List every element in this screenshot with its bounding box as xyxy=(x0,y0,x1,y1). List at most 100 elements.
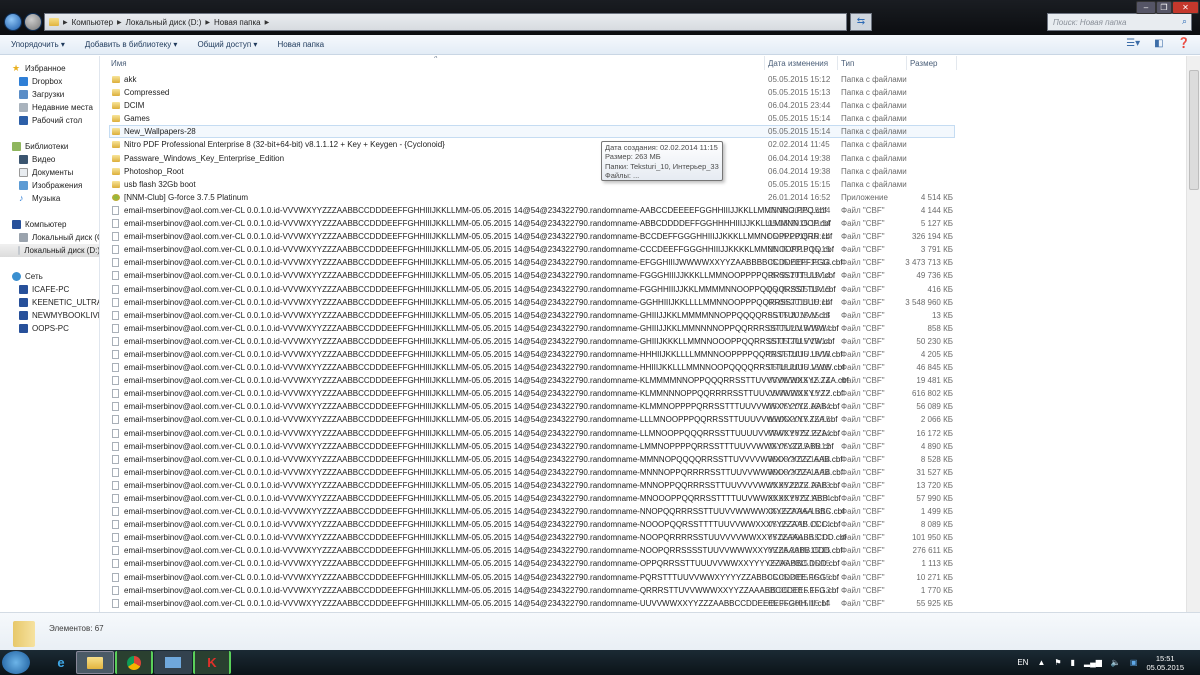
folder-row[interactable]: akk 05.05.2015 15:12 Папка с файлами xyxy=(101,73,1186,86)
new-folder-button[interactable]: Новая папка xyxy=(277,40,324,49)
breadcrumb-new-folder[interactable]: Новая папка xyxy=(214,18,261,27)
file-row[interactable]: email-mserbinov@aol.com.ver-CL 0.0.1.0.i… xyxy=(101,531,1186,544)
clock[interactable]: 15:51 05.05.2015 xyxy=(1146,654,1184,672)
file-row[interactable]: email-mserbinov@aol.com.ver-CL 0.0.1.0.i… xyxy=(101,505,1186,518)
file-row[interactable]: email-mserbinov@aol.com.ver-CL 0.0.1.0.i… xyxy=(101,557,1186,570)
sidebar-item-video[interactable]: Видео xyxy=(19,153,55,166)
remote-desktop-taskbar-icon[interactable] xyxy=(154,651,192,674)
folder-row[interactable]: New_Wallpapers-28 05.05.2015 15:14 Папка с… xyxy=(109,125,955,139)
chrome-taskbar-icon[interactable] xyxy=(115,651,153,674)
forward-button[interactable] xyxy=(24,13,42,31)
search-input[interactable]: Поиск: Новая папка ⌕ xyxy=(1047,13,1192,31)
breadcrumb-computer[interactable]: Компьютер xyxy=(72,18,113,27)
back-button[interactable] xyxy=(4,13,22,31)
column-type[interactable]: Тип xyxy=(841,59,854,68)
show-hidden-icons[interactable]: ▲ xyxy=(1037,658,1045,667)
volume-icon[interactable]: 🔈 xyxy=(1111,658,1121,667)
file-row[interactable]: email-mserbinov@aol.com.ver-CL 0.0.1.0.i… xyxy=(101,400,1186,413)
file-row[interactable]: email-mserbinov@aol.com.ver-CL 0.0.1.0.i… xyxy=(101,361,1186,374)
file-name: email-mserbinov@aol.com.ver-CL 0.0.1.0.i… xyxy=(124,400,839,413)
start-button[interactable] xyxy=(2,651,30,674)
file-row[interactable]: email-mserbinov@aol.com.ver-CL 0.0.1.0.i… xyxy=(101,387,1186,400)
sidebar-item-icafe[interactable]: ICAFE-PC xyxy=(19,283,69,296)
file-row[interactable]: email-mserbinov@aol.com.ver-CL 0.0.1.0.i… xyxy=(101,492,1186,505)
minimize-button[interactable]: – xyxy=(1136,1,1156,14)
file-row[interactable]: email-mserbinov@aol.com.ver-CL 0.0.1.0.i… xyxy=(101,479,1186,492)
sidebar-favorites[interactable]: ★ Избранное xyxy=(12,62,66,75)
preview-pane-icon[interactable]: ◧ xyxy=(1154,38,1163,49)
sidebar-item-newmybooklive[interactable]: NEWMYBOOKLIVE xyxy=(19,309,99,322)
power-icon[interactable]: ▮ xyxy=(1071,658,1075,667)
file-row[interactable]: email-mserbinov@aol.com.ver-CL 0.0.1.0.i… xyxy=(101,243,1186,256)
sidebar-item-keenetic[interactable]: KEENETIC_ULTRA xyxy=(19,296,99,309)
file-row[interactable]: email-mserbinov@aol.com.ver-CL 0.0.1.0.i… xyxy=(101,269,1186,282)
signal-icon[interactable]: ▂▄▆ xyxy=(1084,658,1102,667)
help-icon[interactable]: ❓ xyxy=(1178,38,1190,49)
sidebar-network[interactable]: Сеть xyxy=(12,270,43,283)
file-row[interactable]: email-mserbinov@aol.com.ver-CL 0.0.1.0.i… xyxy=(101,204,1186,217)
file-row[interactable]: email-mserbinov@aol.com.ver-CL 0.0.1.0.i… xyxy=(101,230,1186,243)
breadcrumb-disk-d[interactable]: Локальный диск (D:) xyxy=(126,18,202,27)
scrollbar-thumb[interactable] xyxy=(1189,70,1199,190)
file-name-prefix: email-mserbinov@aol.com.ver-CL 0.0.1.0.i… xyxy=(124,467,640,477)
add-to-library-button[interactable]: Добавить в библиотеку ▾ xyxy=(85,40,178,49)
folder-row[interactable]: DCIM 06.04.2015 23:44 Папка с файлами xyxy=(101,99,1186,112)
libraries-icon xyxy=(12,142,21,151)
file-row[interactable]: email-mserbinov@aol.com.ver-CL 0.0.1.0.i… xyxy=(101,571,1186,584)
column-name[interactable]: Имя xyxy=(111,59,127,68)
file-row[interactable]: email-mserbinov@aol.com.ver-CL 0.0.1.0.i… xyxy=(101,466,1186,479)
file-row[interactable]: email-mserbinov@aol.com.ver-CL 0.0.1.0.i… xyxy=(101,453,1186,466)
language-indicator[interactable]: EN xyxy=(1017,658,1028,667)
sidebar-item-oops[interactable]: OOPS-PC xyxy=(19,322,69,335)
file-type: Файл "CBF" xyxy=(841,533,885,543)
file-name: email-mserbinov@aol.com.ver-CL 0.0.1.0.i… xyxy=(124,479,840,492)
sidebar-computer[interactable]: Компьютер xyxy=(12,218,66,231)
sidebar-item-dropbox[interactable]: Dropbox xyxy=(19,75,62,88)
file-row[interactable]: email-mserbinov@aol.com.ver-CL 0.0.1.0.i… xyxy=(101,283,1186,296)
app-row[interactable]: [NNM-Club] G-force 3.7.5 Platinum 26.01.2… xyxy=(101,191,1186,204)
file-row[interactable]: email-mserbinov@aol.com.ver-CL 0.0.1.0.i… xyxy=(101,296,1186,309)
sidebar-item-downloads[interactable]: Загрузки xyxy=(19,88,64,101)
internet-explorer-icon[interactable]: e xyxy=(42,651,80,674)
sidebar-item-music[interactable]: ♪ Музыка xyxy=(19,192,60,205)
file-row[interactable]: email-mserbinov@aol.com.ver-CL 0.0.1.0.i… xyxy=(101,256,1186,269)
sidebar-item-pictures[interactable]: Изображения xyxy=(19,179,82,192)
sidebar-item-recent[interactable]: Недавние места xyxy=(19,101,93,114)
close-button[interactable]: ✕ xyxy=(1172,1,1199,14)
organize-button[interactable]: Упорядочить ▾ xyxy=(11,40,65,49)
file-row[interactable]: email-mserbinov@aol.com.ver-CL 0.0.1.0.i… xyxy=(101,413,1186,426)
file-row[interactable]: email-mserbinov@aol.com.ver-CL 0.0.1.0.i… xyxy=(101,309,1186,322)
address-bar[interactable]: ▶ Компьютер ▶ Локальный диск (D:) ▶ Нова… xyxy=(44,13,847,31)
folder-row[interactable]: Compressed 05.05.2015 15:13 Папка с файлам… xyxy=(101,86,1186,99)
action-center-flag-icon[interactable]: ⚑ xyxy=(1054,658,1061,667)
column-size[interactable]: Размер xyxy=(910,59,938,68)
file-row[interactable]: email-mserbinov@aol.com.ver-CL 0.0.1.0.i… xyxy=(101,544,1186,557)
folder-row[interactable]: Games 05.05.2015 15:14 Папка с файлами xyxy=(101,112,1186,125)
explorer-taskbar-icon[interactable] xyxy=(76,651,114,674)
maximize-button[interactable]: ❐ xyxy=(1156,1,1172,14)
file-row[interactable]: email-mserbinov@aol.com.ver-CL 0.0.1.0.i… xyxy=(101,374,1186,387)
file-row[interactable]: email-mserbinov@aol.com.ver-CL 0.0.1.0.i… xyxy=(101,217,1186,230)
refresh-button[interactable]: ⇆ xyxy=(850,13,872,31)
file-row[interactable]: email-mserbinov@aol.com.ver-CL 0.0.1.0.i… xyxy=(101,335,1186,348)
file-row[interactable]: email-mserbinov@aol.com.ver-CL 0.0.1.0.i… xyxy=(101,584,1186,597)
view-options-icon[interactable]: ☰▾ xyxy=(1126,38,1140,49)
file-row[interactable]: email-mserbinov@aol.com.ver-CL 0.0.1.0.i… xyxy=(101,440,1186,453)
file-row[interactable]: email-mserbinov@aol.com.ver-CL 0.0.1.0.i… xyxy=(101,518,1186,531)
sidebar-libraries[interactable]: Библиотеки xyxy=(12,140,68,153)
file-row[interactable]: email-mserbinov@aol.com.ver-CL 0.0.1.0.i… xyxy=(101,427,1186,440)
share-button[interactable]: Общий доступ ▾ xyxy=(197,40,257,49)
file-row[interactable]: email-mserbinov@aol.com.ver-CL 0.0.1.0.i… xyxy=(101,348,1186,361)
network-tray-icon[interactable]: ▣ xyxy=(1130,658,1138,667)
file-type: Папка с файлами xyxy=(841,101,907,111)
sidebar-item-disk-d[interactable]: Локальный диск (D:) xyxy=(0,244,99,257)
file-row[interactable]: email-mserbinov@aol.com.ver-CL 0.0.1.0.i… xyxy=(101,322,1186,335)
sidebar-item-disk-c[interactable]: Локальный диск (C:) xyxy=(19,231,99,244)
kaspersky-taskbar-icon[interactable]: K xyxy=(193,651,231,674)
sidebar-item-desktop[interactable]: Рабочий стол xyxy=(19,114,82,127)
file-name-prefix: email-mserbinov@aol.com.ver-CL 0.0.1.0.i… xyxy=(124,546,640,556)
file-row[interactable]: email-mserbinov@aol.com.ver-CL 0.0.1.0.i… xyxy=(101,597,1186,610)
vertical-scrollbar[interactable] xyxy=(1186,56,1200,612)
column-date[interactable]: Дата изменения xyxy=(768,59,828,68)
sidebar-item-documents[interactable]: Документы xyxy=(19,166,73,179)
